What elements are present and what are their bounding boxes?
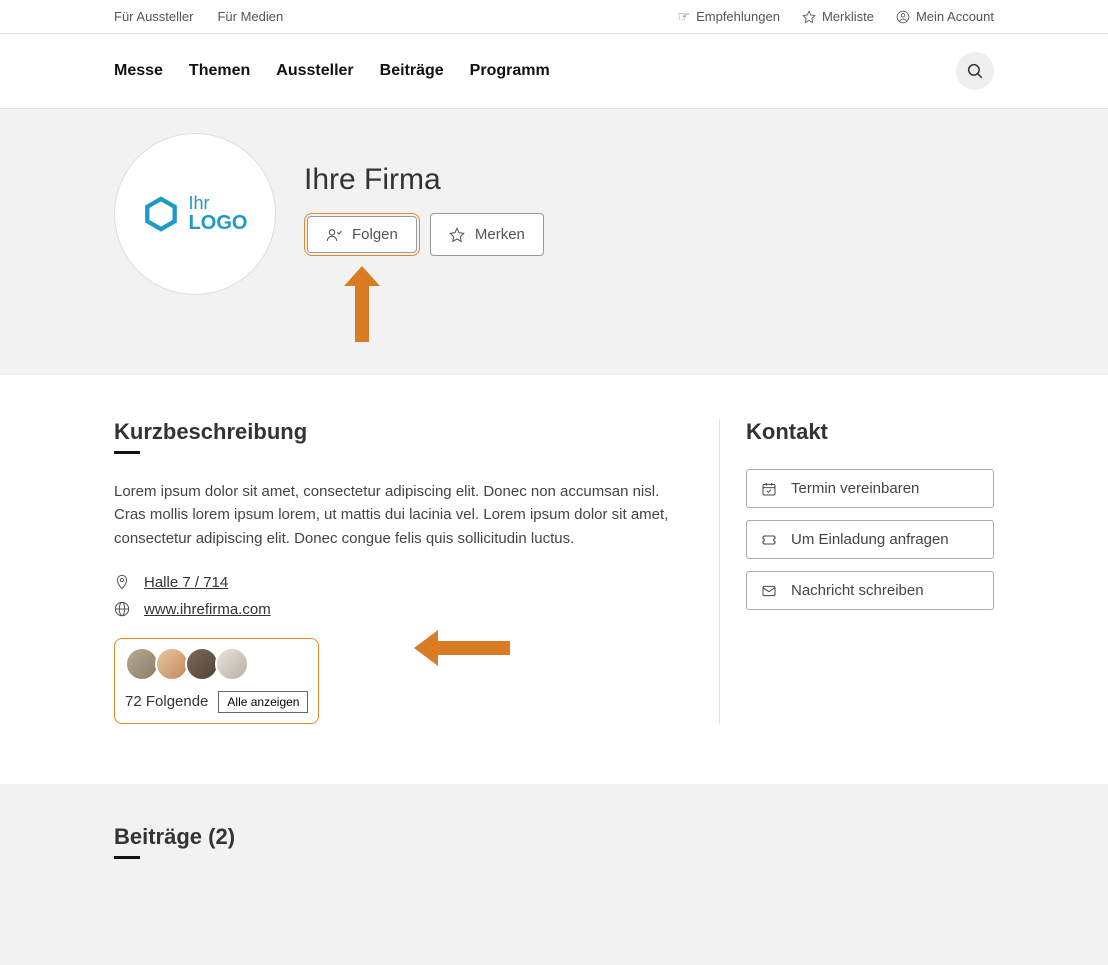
title-underline	[114, 856, 140, 859]
request-invite-label: Um Einladung anfragen	[791, 531, 949, 548]
follower-avatars	[125, 647, 308, 681]
request-invite-button[interactable]: Um Einladung anfragen	[746, 520, 994, 559]
followers-highlight-annotation: 72 Folgende Alle anzeigen	[114, 638, 319, 724]
book-appointment-label: Termin vereinbaren	[791, 480, 919, 497]
search-button[interactable]	[956, 52, 994, 90]
arrow-left-annotation	[414, 630, 510, 666]
globe-icon	[114, 601, 130, 617]
description-title: Kurzbeschreibung	[114, 419, 669, 445]
avatar	[215, 647, 249, 681]
contact-title: Kontakt	[746, 419, 994, 445]
hand-pointing-icon: ☞	[678, 8, 691, 25]
link-for-exhibitors[interactable]: Für Aussteller	[114, 9, 193, 24]
show-all-followers-button[interactable]: Alle anzeigen	[218, 691, 308, 713]
user-icon	[896, 10, 910, 24]
link-recommendations[interactable]: ☞ Empfehlungen	[678, 8, 780, 25]
avatar	[125, 647, 159, 681]
ticket-icon	[761, 532, 777, 548]
bookmark-button[interactable]: Merken	[430, 213, 544, 256]
nav-themen[interactable]: Themen	[189, 62, 250, 80]
star-icon	[449, 227, 465, 243]
description-text: Lorem ipsum dolor sit amet, consectetur …	[114, 480, 669, 550]
hexagon-icon	[143, 196, 179, 232]
nav-aussteller[interactable]: Aussteller	[276, 62, 353, 80]
follow-highlight-annotation: Folgen	[304, 213, 420, 256]
search-icon	[966, 62, 984, 80]
link-for-exhibitors-label: Für Aussteller	[114, 9, 193, 24]
title-underline	[114, 451, 140, 454]
star-icon	[802, 10, 816, 24]
nav-messe[interactable]: Messe	[114, 62, 163, 80]
nav-programm[interactable]: Programm	[470, 62, 550, 80]
follow-button-label: Folgen	[352, 226, 398, 243]
avatar	[185, 647, 219, 681]
calendar-check-icon	[761, 481, 777, 497]
link-for-media[interactable]: Für Medien	[217, 9, 283, 24]
link-my-account[interactable]: Mein Account	[896, 9, 994, 24]
book-appointment-button[interactable]: Termin vereinbaren	[746, 469, 994, 508]
website-link[interactable]: www.ihrefirma.com	[144, 601, 271, 618]
write-message-label: Nachricht schreiben	[791, 582, 924, 599]
write-message-button[interactable]: Nachricht schreiben	[746, 571, 994, 610]
follower-count: 72 Folgende	[125, 693, 208, 710]
logo-line2: LOGO	[189, 212, 248, 234]
avatar	[155, 647, 189, 681]
link-watchlist[interactable]: Merkliste	[802, 9, 874, 24]
link-watchlist-label: Merkliste	[822, 9, 874, 24]
logo-line1: Ihr	[189, 194, 248, 213]
company-logo: IhrLOGO	[114, 133, 276, 295]
link-recommendations-label: Empfehlungen	[696, 9, 780, 24]
link-my-account-label: Mein Account	[916, 9, 994, 24]
location-pin-icon	[114, 574, 130, 590]
link-for-media-label: Für Medien	[217, 9, 283, 24]
hall-link[interactable]: Halle 7 / 714	[144, 574, 228, 591]
user-follow-icon	[326, 227, 342, 243]
posts-title: Beiträge (2)	[114, 824, 994, 850]
bookmark-button-label: Merken	[475, 226, 525, 243]
arrow-down-annotation	[344, 266, 380, 342]
envelope-icon	[761, 583, 777, 599]
company-name: Ihre Firma	[304, 163, 544, 197]
follow-button[interactable]: Folgen	[307, 216, 417, 253]
nav-beitraege[interactable]: Beiträge	[380, 62, 444, 80]
